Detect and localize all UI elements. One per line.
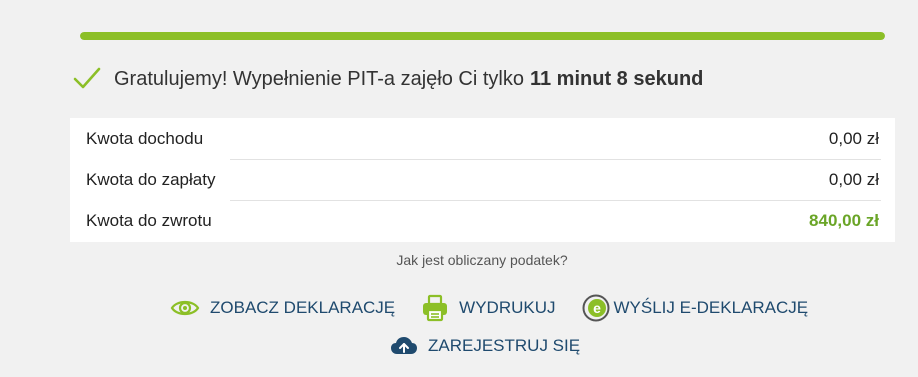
tax-summary-table: Kwota dochodu 0,00 zł Kwota do zapłaty 0… <box>70 118 895 242</box>
income-value: 0,00 zł <box>828 128 879 148</box>
eye-icon <box>170 297 200 319</box>
congratulations-text: Gratulujemy! Wypełnienie PIT-a zajęło Ci… <box>114 67 524 90</box>
refund-value: 840,00 zł <box>809 210 879 230</box>
to-pay-value: 0,00 zł <box>828 169 879 189</box>
send-e-declaration-button[interactable]: e WYŚLIJ E-DEKLARACJĘ <box>582 294 809 322</box>
progress-bar-fill <box>80 32 885 40</box>
e-declaration-icon: e <box>582 294 610 322</box>
checkmark-icon <box>72 65 102 93</box>
summary-row-refund: Kwota do zwrotu 840,00 zł <box>70 200 895 241</box>
printer-icon <box>421 294 449 322</box>
action-bar: ZOBACZ DEKLARACJĘ WYDRUKUJ e WYŚLIJ E-DE… <box>170 294 834 322</box>
view-declaration-label: ZOBACZ DEKLARACJĘ <box>210 298 396 317</box>
congratulations-message: Gratulujemy! Wypełnienie PIT-a zajęło Ci… <box>72 62 703 96</box>
income-label: Kwota dochodu <box>86 128 204 148</box>
print-button[interactable]: WYDRUKUJ <box>421 294 556 322</box>
register-label: ZAREJESTRUJ SIĘ <box>428 336 581 355</box>
refund-label: Kwota do zwrotu <box>86 210 212 230</box>
tax-calculation-link[interactable]: Jak jest obliczany podatek? <box>0 252 918 268</box>
register-button[interactable]: ZAREJESTRUJ SIĘ <box>390 335 580 357</box>
print-label: WYDRUKUJ <box>459 298 556 317</box>
send-e-declaration-label: WYŚLIJ E-DEKLARACJĘ <box>613 298 809 317</box>
completion-duration: 11 minut 8 sekund <box>529 67 704 90</box>
view-declaration-button[interactable]: ZOBACZ DEKLARACJĘ <box>170 297 395 319</box>
to-pay-label: Kwota do zapłaty <box>86 169 216 189</box>
summary-row-to-pay: Kwota do zapłaty 0,00 zł <box>70 159 895 200</box>
svg-text:e: e <box>593 300 601 316</box>
progress-bar <box>80 32 885 40</box>
cloud-upload-icon <box>390 335 418 357</box>
summary-row-income: Kwota dochodu 0,00 zł <box>70 118 895 159</box>
